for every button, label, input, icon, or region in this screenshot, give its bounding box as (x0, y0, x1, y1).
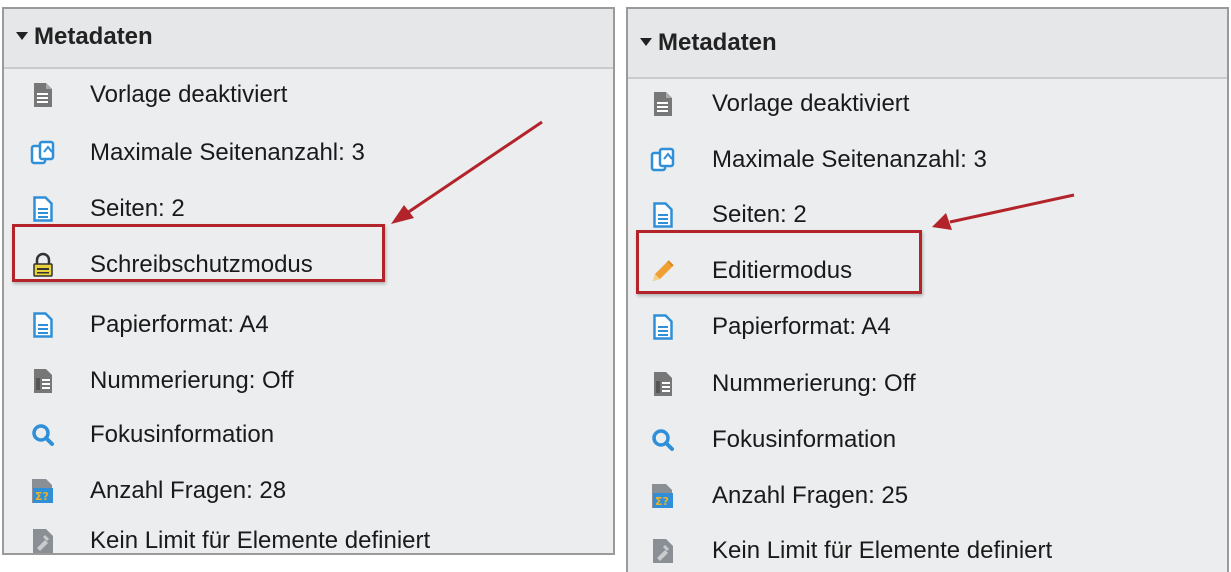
list-item: Fokusinformation (4, 415, 613, 455)
template-document-icon (30, 80, 56, 110)
max-pages-icon (30, 138, 56, 168)
highlight-box (12, 224, 385, 282)
svg-text:Σ?: Σ? (35, 490, 49, 503)
list-item: Kein Limit für Elemente definiert (4, 521, 613, 561)
list-item: Seiten: 2 (4, 189, 613, 229)
element-limit-icon (650, 536, 676, 566)
item-label: Seiten: 2 (712, 201, 807, 228)
item-label: Maximale Seitenanzahl: 3 (90, 139, 365, 166)
collapse-caret-icon[interactable] (16, 31, 28, 40)
list-item: Nummerierung: Off (628, 364, 1227, 404)
item-label: Fokusinformation (90, 421, 275, 448)
list-item: Papierformat: A4 (628, 307, 1227, 347)
metadata-title: Metadaten (658, 29, 777, 56)
metadata-header[interactable]: Metadaten (4, 9, 613, 69)
list-item: Σ? Anzahl Fragen: 25 (628, 476, 1227, 516)
metadata-title: Metadaten (34, 23, 153, 50)
pages-icon (650, 200, 676, 230)
numbering-icon (650, 369, 676, 399)
item-label: Anzahl Fragen: 25 (712, 482, 909, 509)
search-icon (30, 420, 56, 450)
item-label: Papierformat: A4 (712, 313, 891, 340)
collapse-caret-icon[interactable] (640, 37, 652, 46)
list-item: Fokusinformation (628, 420, 1227, 460)
highlight-box (636, 230, 922, 294)
item-label: Fokusinformation (712, 426, 897, 453)
pages-icon (30, 194, 56, 224)
list-item: Σ? Anzahl Fragen: 28 (4, 471, 613, 511)
paper-format-icon (650, 312, 676, 342)
element-limit-icon (30, 526, 56, 556)
list-item: Nummerierung: Off (4, 361, 613, 401)
list-item: Papierformat: A4 (4, 305, 613, 345)
template-document-icon (650, 89, 676, 119)
item-label: Anzahl Fragen: 28 (90, 477, 287, 504)
item-label: Nummerierung: Off (712, 370, 916, 397)
item-label: Nummerierung: Off (90, 367, 294, 394)
list-item: Kein Limit für Elemente definiert (628, 531, 1227, 571)
item-label: Papierformat: A4 (90, 311, 269, 338)
list-item: Vorlage deaktiviert (628, 84, 1227, 124)
svg-text:Σ?: Σ? (655, 495, 669, 508)
question-count-icon: Σ? (30, 476, 56, 506)
item-label: Vorlage deaktiviert (90, 81, 288, 108)
list-item: Maximale Seitenanzahl: 3 (4, 133, 613, 173)
list-item: Vorlage deaktiviert (4, 75, 613, 115)
numbering-icon (30, 366, 56, 396)
item-label: Kein Limit für Elemente definiert (90, 527, 431, 554)
item-label: Maximale Seitenanzahl: 3 (712, 146, 987, 173)
search-icon (650, 425, 676, 455)
metadata-header[interactable]: Metadaten (628, 9, 1227, 79)
list-item: Maximale Seitenanzahl: 3 (628, 140, 1227, 180)
question-count-icon: Σ? (650, 481, 676, 511)
item-label: Seiten: 2 (90, 195, 185, 222)
paper-format-icon (30, 310, 56, 340)
item-label: Vorlage deaktiviert (712, 90, 910, 117)
list-item: Seiten: 2 (628, 195, 1227, 235)
item-label: Kein Limit für Elemente definiert (712, 537, 1053, 564)
max-pages-icon (650, 145, 676, 175)
